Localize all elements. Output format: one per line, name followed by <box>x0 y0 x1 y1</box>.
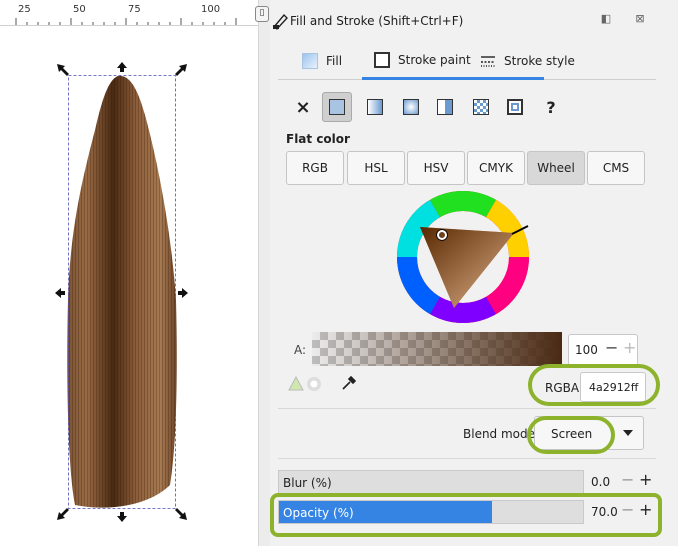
stroke-style-icon <box>481 56 495 67</box>
fill-stroke-dialog: Fill and Stroke (Shift+Ctrl+F) ◧ ⊠ Fill … <box>270 0 678 546</box>
color-managed-icon[interactable] <box>288 376 304 392</box>
flat-color-icon[interactable] <box>322 92 352 122</box>
flat-color-label: Flat color <box>286 132 350 146</box>
color-tools <box>288 376 358 396</box>
ruler-mark: 50 <box>73 4 86 15</box>
dialog-title: Fill and Stroke (Shift+Ctrl+F) <box>290 14 464 28</box>
unset-icon[interactable]: ? <box>536 92 566 122</box>
divider <box>278 408 656 409</box>
alpha-increment-button[interactable]: + <box>623 338 636 357</box>
dialog-titlebar: Fill and Stroke (Shift+Ctrl+F) ◧ ⊠ <box>270 0 678 40</box>
chevron-down-icon <box>623 430 633 436</box>
tab-fill-label: Fill <box>326 54 343 68</box>
horizontal-ruler[interactable]: 25 50 75 100 <box>0 0 258 26</box>
no-paint-icon[interactable]: × <box>288 92 318 122</box>
drawing-canvas[interactable] <box>0 27 258 546</box>
pattern-icon[interactable] <box>466 92 496 122</box>
blur-label: Blur (%) <box>283 476 332 490</box>
color-model-hsv[interactable]: HSV <box>407 151 465 185</box>
swatch-icon[interactable] <box>500 92 530 122</box>
color-model-cmyk[interactable]: CMYK <box>467 151 525 185</box>
color-model-tabs: RGB HSL HSV CMYK Wheel CMS <box>286 151 646 185</box>
ruler-mark: 25 <box>18 4 31 15</box>
alpha-decrement-button[interactable]: − <box>605 338 618 357</box>
alpha-value[interactable]: 100 <box>575 343 598 357</box>
divider <box>278 458 656 459</box>
selected-shape-artwork[interactable] <box>0 27 258 546</box>
out-of-gamut-icon[interactable] <box>306 376 322 392</box>
mesh-gradient-icon[interactable] <box>430 92 460 122</box>
color-model-cms[interactable]: CMS <box>587 151 645 185</box>
blur-value[interactable]: 0.0 <box>591 475 610 489</box>
alpha-slider[interactable] <box>312 332 562 366</box>
color-model-rgb[interactable]: RGB <box>286 151 344 185</box>
tab-stroke-style-label: Stroke style <box>504 54 575 68</box>
radial-gradient-icon[interactable] <box>396 92 426 122</box>
dialog-tabs: Fill Stroke paint Stroke style <box>278 42 656 80</box>
color-model-hsl[interactable]: HSL <box>347 151 405 185</box>
close-icon[interactable]: ⊠ <box>632 11 648 27</box>
ruler-mark: 100 <box>201 4 221 15</box>
fill-icon <box>302 53 318 69</box>
stroke-paint-icon <box>374 51 390 68</box>
ruler-mark: 75 <box>128 4 141 15</box>
blur-slider[interactable]: Blur (%) <box>278 470 584 494</box>
blur-decrement-button[interactable]: − <box>621 470 634 489</box>
panel-divider[interactable] <box>258 0 270 546</box>
alpha-label: A: <box>294 343 307 357</box>
tab-stroke-style[interactable]: Stroke style <box>468 42 587 80</box>
color-wheel[interactable] <box>396 190 530 324</box>
panel-menu-button[interactable]: ▯ <box>255 6 269 22</box>
opacity-highlight-ring <box>270 493 662 537</box>
blur-increment-button[interactable]: + <box>639 470 652 489</box>
dock-icon[interactable]: ◧ <box>598 11 614 27</box>
alpha-spinbox[interactable]: 100 − + <box>568 334 638 366</box>
eyedropper-icon[interactable] <box>340 376 356 392</box>
tab-fill[interactable]: Fill <box>290 42 354 80</box>
blend-highlight-ring <box>527 416 615 454</box>
paint-mode-toolbar: × ? <box>295 92 600 122</box>
color-model-wheel[interactable]: Wheel <box>527 151 585 185</box>
fill-stroke-icon <box>272 13 288 30</box>
blur-row: Blur (%) 0.0 − + <box>278 466 656 496</box>
rgba-highlight-ring <box>528 364 660 406</box>
linear-gradient-icon[interactable] <box>360 92 390 122</box>
tab-stroke-paint-label: Stroke paint <box>398 52 471 67</box>
